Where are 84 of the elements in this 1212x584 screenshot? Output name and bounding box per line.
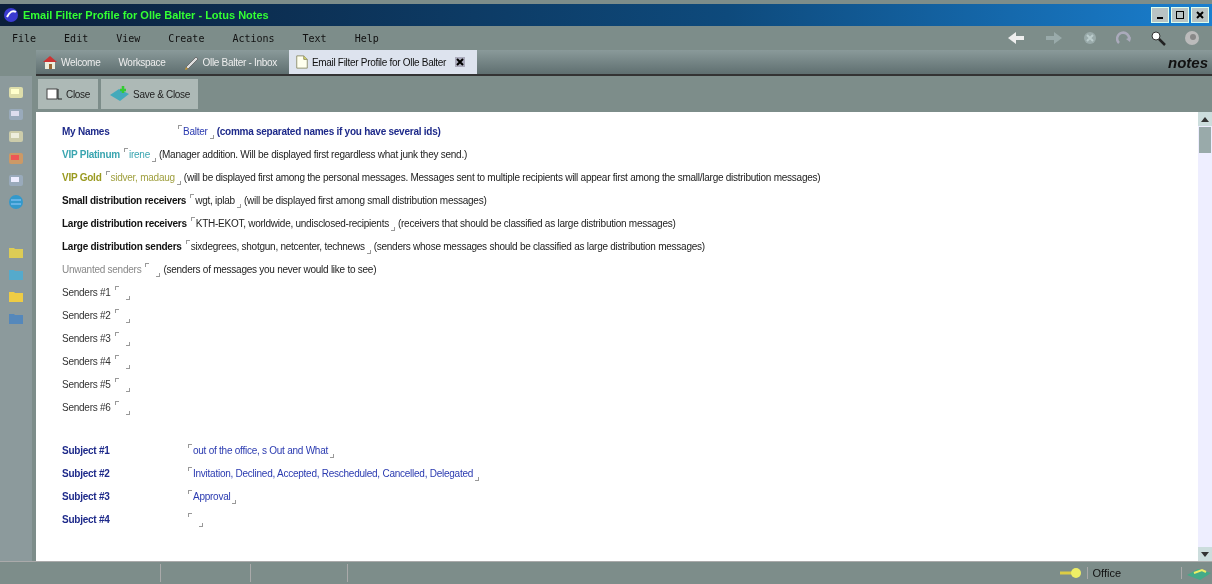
input-field[interactable] xyxy=(114,285,130,300)
house-icon xyxy=(42,54,58,70)
field-label: My Names xyxy=(62,126,111,137)
input-field[interactable]: sidver, madaug xyxy=(105,170,181,185)
menu-item[interactable]: Help xyxy=(354,32,379,44)
tab[interactable]: Workspace xyxy=(112,50,178,74)
field-label: Small distribution receivers xyxy=(62,195,187,206)
input-field[interactable] xyxy=(114,308,130,323)
action-button[interactable]: Save & Close xyxy=(101,79,199,109)
close-button[interactable] xyxy=(1191,7,1209,23)
input-field[interactable]: Invitation, Declined, Accepted, Rescheduled, Cancelled, Delegated xyxy=(188,466,480,481)
scroll-up-button[interactable] xyxy=(1198,112,1212,126)
search-icon[interactable] xyxy=(1150,30,1166,46)
field-label: Senders #3 xyxy=(62,333,111,344)
maximize-icon xyxy=(1175,10,1185,20)
menu-item[interactable]: File xyxy=(12,32,37,44)
input-field[interactable] xyxy=(114,400,130,415)
field-label: Large distribution receivers xyxy=(62,218,187,229)
scroll-thumb[interactable] xyxy=(1199,127,1211,153)
forward-arrow-icon[interactable] xyxy=(1044,30,1064,46)
field-label: VIP Platinum xyxy=(62,149,120,160)
field-label: Senders #2 xyxy=(62,310,111,321)
tab[interactable]: Email Filter Profile for Olle Balter xyxy=(288,50,478,74)
stop-icon[interactable] xyxy=(1082,30,1098,46)
menu-item[interactable]: Edit xyxy=(64,32,89,44)
close-icon xyxy=(1195,10,1205,20)
field-label: Large distribution senders xyxy=(62,241,182,252)
bookmark-icon[interactable] xyxy=(8,172,24,188)
bookmark-icon[interactable] xyxy=(8,128,24,144)
input-field[interactable]: sixdegrees, shotgun, netcenter, technews xyxy=(185,239,371,254)
input-field[interactable] xyxy=(145,262,161,277)
field-note: (senders whose messages should be classified as large distribution messages) xyxy=(373,241,705,252)
input-field[interactable]: irene xyxy=(123,147,156,162)
input-field[interactable]: out of the office, s Out and What xyxy=(188,443,334,458)
notes-logo: notes xyxy=(1168,53,1209,71)
location-status[interactable]: Office xyxy=(1087,567,1182,579)
action-button[interactable]: Close xyxy=(38,79,99,109)
window-title: Email Filter Profile for Olle Balter - Lotus Notes xyxy=(23,9,269,21)
field-note: (comma separated names if you have several ids) xyxy=(216,126,441,137)
input-field[interactable] xyxy=(114,377,130,392)
menu-item[interactable]: Create xyxy=(168,32,205,44)
input-field[interactable]: Balter xyxy=(178,124,214,139)
field-note: (will be displayed first among small distribution messages) xyxy=(243,195,487,206)
field-label: Subject #2 xyxy=(62,468,111,479)
input-field[interactable] xyxy=(114,354,130,369)
document-icon xyxy=(294,54,309,70)
bookmark-icon[interactable] xyxy=(8,84,24,100)
menu-item[interactable]: Actions xyxy=(232,32,275,44)
field-label: Subject #4 xyxy=(62,514,111,525)
minimize-icon xyxy=(1157,17,1163,19)
document-close-icon xyxy=(46,86,64,102)
field-note: (Manager addition. Will be displayed first regardless what junk they send.) xyxy=(158,149,468,160)
field-label: Subject #3 xyxy=(62,491,111,502)
input-field[interactable]: wgt, iplab xyxy=(190,193,241,208)
back-arrow-icon[interactable] xyxy=(1006,30,1026,46)
input-field[interactable]: KTH-EKOT, worldwide, undisclosed-recipients xyxy=(190,216,395,231)
app-icon xyxy=(3,7,19,23)
field-label: Subject #1 xyxy=(62,445,111,456)
field-label: Senders #4 xyxy=(62,356,111,367)
tab[interactable]: Olle Balter - Inbox xyxy=(177,50,289,74)
pen-icon xyxy=(183,54,200,70)
up-arrow-icon xyxy=(1201,116,1209,122)
key-icon xyxy=(1059,566,1084,580)
input-field[interactable]: Approval xyxy=(188,489,237,504)
menu-item[interactable]: View xyxy=(116,32,141,44)
scroll-down-button[interactable] xyxy=(1198,547,1212,561)
input-field[interactable] xyxy=(114,331,130,346)
minimize-button[interactable] xyxy=(1151,7,1169,23)
bookmark-icon[interactable] xyxy=(8,106,24,122)
field-label: VIP Gold xyxy=(62,172,102,183)
maximize-button[interactable] xyxy=(1171,7,1189,23)
refresh-icon[interactable] xyxy=(1116,30,1132,46)
field-note: (will be displayed first among the personal messages. Messages sent to multiple recipients will appear first among the small/large distribution messages) xyxy=(183,172,821,183)
tab[interactable]: Welcome xyxy=(36,50,113,74)
field-label: Senders #5 xyxy=(62,379,111,390)
menu-item[interactable]: Text xyxy=(302,32,327,44)
down-arrow-icon xyxy=(1201,551,1209,557)
input-field[interactable] xyxy=(188,512,203,527)
field-label: Senders #6 xyxy=(62,402,111,413)
close-icon[interactable] xyxy=(455,57,466,67)
field-note: (senders of messages you never would like to see) xyxy=(163,264,377,275)
field-note: (receivers that should be classified as large distribution messages) xyxy=(397,218,676,229)
field-label: Unwanted senders xyxy=(62,264,142,275)
field-label: Senders #1 xyxy=(62,287,111,298)
